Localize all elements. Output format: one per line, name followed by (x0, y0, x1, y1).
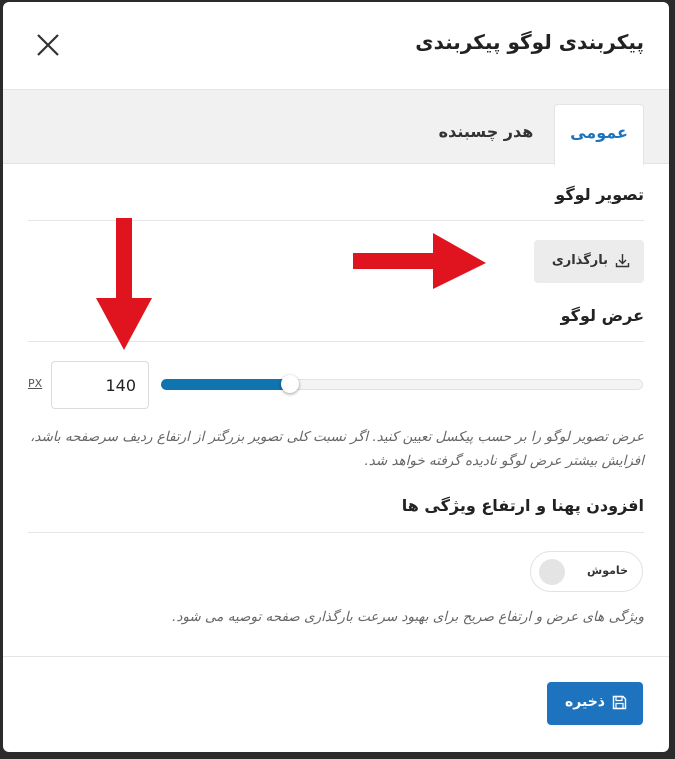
tab-bar: عمومی هدر چسبنده (3, 89, 669, 165)
save-button[interactable]: ذخیره (547, 682, 643, 725)
dimension-attrs-title: افزودن پهنا و ارتفاع ویژگی ها (401, 496, 644, 515)
logo-width-slider-fill (161, 379, 291, 390)
dialog-title: پیکربندی لوگو پیکربندی (415, 30, 644, 54)
logo-width-input[interactable] (51, 361, 149, 409)
tab-general[interactable]: عمومی (554, 104, 644, 165)
dimension-attrs-toggle[interactable]: خاموش (530, 551, 643, 592)
save-button-label: ذخیره (565, 694, 605, 710)
download-icon (615, 253, 630, 272)
dimension-attrs-help-text: ویژگی های عرض و ارتفاع صریح برای بهبود س… (172, 609, 644, 625)
close-icon (37, 34, 59, 56)
upload-button-label: بارگذاری (551, 253, 608, 268)
tab-sticky-header[interactable]: هدر چسبنده (431, 104, 541, 164)
logo-width-title: عرض لوگو (560, 306, 644, 325)
logo-width-help-text: عرض تصویر لوگو را بر حسب پیکسل تعیین کنی… (30, 429, 644, 469)
toggle-label: خاموش (587, 564, 628, 577)
logo-config-dialog: پیکربندی لوگو پیکربندی عمومی هدر چسبنده … (3, 2, 669, 752)
logo-image-title: تصویر لوگو (555, 185, 644, 204)
logo-width-slider-handle[interactable] (281, 375, 299, 393)
close-button[interactable] (33, 30, 63, 60)
red-arrow-right-annotation (353, 233, 486, 289)
red-arrow-down-annotation (96, 218, 152, 350)
unit-selector[interactable]: PX (28, 377, 42, 390)
upload-button[interactable]: بارگذاری (534, 240, 644, 283)
footer-divider (3, 656, 669, 657)
floppy-disk-icon (612, 695, 627, 714)
dialog-header: پیکربندی لوگو پیکربندی (3, 2, 669, 89)
toggle-knob (539, 559, 565, 585)
divider (28, 532, 644, 533)
